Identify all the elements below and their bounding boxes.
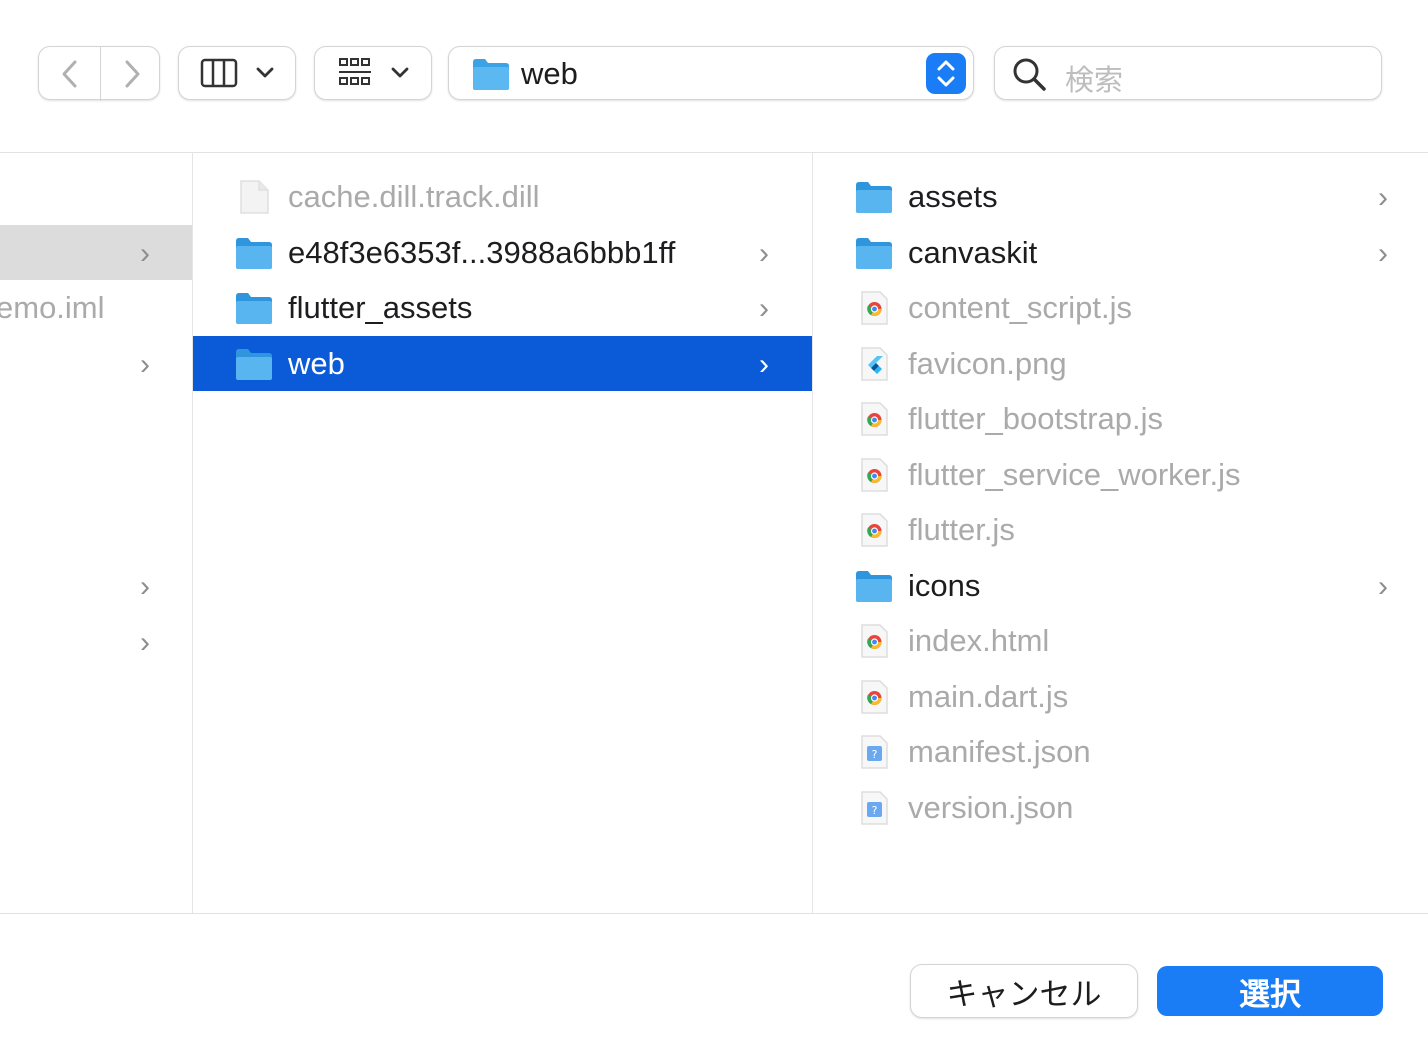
search-field[interactable]: 検索 — [994, 46, 1382, 100]
list-item-label: content_script.js — [908, 290, 1132, 325]
list-item-label: icons — [908, 567, 981, 603]
chevron-right-icon: › — [759, 292, 769, 325]
json-document-icon: ? — [861, 790, 888, 825]
list-item[interactable]: emo.iml — [0, 280, 192, 335]
folder-icon — [236, 293, 272, 324]
chevron-down-icon — [391, 67, 409, 78]
search-input[interactable]: 検索 — [1065, 57, 1123, 99]
list-item[interactable]: cache.dill.track.dill — [193, 169, 812, 224]
chrome-document-icon — [861, 679, 888, 714]
chrome-document-icon — [861, 513, 888, 547]
list-item[interactable]: ? version.json — [813, 780, 1428, 835]
column-view-icon — [200, 58, 238, 88]
chevron-right-icon: › — [1378, 181, 1388, 214]
chevron-right-icon: › — [1378, 236, 1388, 270]
list-item-label: flutter.js — [908, 512, 1015, 547]
chevron-right-icon: › — [1378, 569, 1388, 603]
chevron-right-icon: › — [759, 348, 769, 381]
column-browser: › emo.iml › › › cache.dill.track.dill e4… — [0, 152, 1428, 914]
chevron-right-icon: › — [140, 570, 150, 603]
folder-icon — [856, 237, 892, 269]
path-stepper[interactable] — [926, 53, 966, 94]
list-item-label: cache.dill.track.dill — [288, 179, 540, 214]
folder-icon — [236, 349, 272, 380]
column-web: assets › canvaskit › content_script.jsfavico… — [813, 153, 1428, 913]
path-popup[interactable]: web — [448, 46, 974, 100]
json-document-icon: ? — [861, 735, 888, 769]
folder-icon — [856, 570, 892, 602]
svg-text:?: ? — [872, 748, 878, 761]
list-item-selected[interactable]: web › — [193, 336, 812, 391]
list-item-label: index.html — [908, 623, 1050, 658]
list-item-label: manifest.json — [908, 734, 1091, 769]
cancel-button-label: キャンセル — [946, 976, 1102, 1012]
view-mode-button[interactable] — [178, 46, 296, 100]
updown-icon — [937, 60, 955, 87]
chevron-down-icon — [256, 67, 274, 78]
list-item-label: web — [288, 346, 345, 381]
chrome-document-icon — [861, 457, 888, 492]
list-item[interactable]: favicon.png — [813, 336, 1428, 391]
list-item[interactable]: › — [0, 336, 192, 391]
list-item[interactable]: flutter_service_worker.js — [813, 447, 1428, 502]
list-item-label: assets — [908, 179, 998, 214]
group-view-icon — [339, 58, 371, 85]
list-item-label: flutter_assets — [288, 290, 473, 325]
list-item[interactable]: › — [0, 225, 192, 280]
list-item[interactable]: › — [0, 614, 192, 669]
image-file-icon — [861, 346, 888, 381]
list-item[interactable]: index.html — [813, 613, 1428, 668]
column-parent: › emo.iml › › › — [0, 153, 193, 913]
list-item-label: flutter_bootstrap.js — [908, 401, 1164, 436]
chevron-right-icon: › — [140, 237, 150, 270]
list-item-label: e48f3e6353f...3988a6bbb1ff — [288, 235, 676, 270]
list-item-label: flutter_service_worker.js — [908, 456, 1241, 492]
list-item[interactable]: content_script.js — [813, 280, 1428, 335]
list-item-label: main.dart.js — [908, 678, 1069, 714]
list-item[interactable]: e48f3e6353f...3988a6bbb1ff › — [193, 225, 812, 280]
back-button[interactable] — [39, 47, 100, 101]
column-build: cache.dill.track.dill e48f3e6353f...3988… — [193, 153, 813, 913]
select-button[interactable]: 選択 — [1157, 966, 1383, 1016]
path-label: web — [521, 56, 578, 91]
document-icon — [240, 180, 269, 214]
chrome-document-icon — [861, 291, 888, 325]
toolbar: web 検索 — [0, 0, 1428, 152]
list-item[interactable]: flutter_assets › — [193, 280, 812, 335]
chrome-document-icon — [861, 402, 888, 436]
folder-icon — [236, 238, 272, 269]
nav-buttons — [38, 46, 162, 101]
group-button[interactable] — [314, 46, 432, 100]
list-item[interactable]: canvaskit › — [813, 225, 1428, 280]
list-item-label: version.json — [908, 789, 1074, 825]
list-item-label: favicon.png — [908, 345, 1067, 381]
chrome-document-icon — [861, 624, 888, 658]
list-item[interactable]: flutter.js — [813, 502, 1428, 557]
svg-text:?: ? — [872, 804, 878, 817]
folder-icon — [473, 59, 509, 90]
list-item[interactable]: assets › — [813, 169, 1428, 224]
list-item[interactable]: › — [0, 558, 192, 613]
list-item[interactable]: main.dart.js — [813, 669, 1428, 724]
folder-icon — [856, 182, 892, 213]
list-item[interactable]: ? manifest.json — [813, 724, 1428, 779]
chevron-right-icon: › — [140, 348, 150, 381]
list-item-label: emo.iml — [0, 290, 105, 325]
forward-button[interactable] — [100, 47, 162, 101]
list-item[interactable]: flutter_bootstrap.js — [813, 391, 1428, 446]
chevron-right-icon: › — [140, 626, 150, 659]
chevron-right-icon: › — [759, 237, 769, 270]
list-item-label: canvaskit — [908, 234, 1038, 270]
chevron-left-icon — [62, 60, 76, 88]
list-item[interactable]: icons › — [813, 558, 1428, 613]
chevron-right-icon — [125, 60, 139, 88]
search-icon — [1013, 58, 1046, 91]
cancel-button[interactable]: キャンセル — [910, 964, 1138, 1018]
select-button-label: 選択 — [1239, 976, 1301, 1012]
